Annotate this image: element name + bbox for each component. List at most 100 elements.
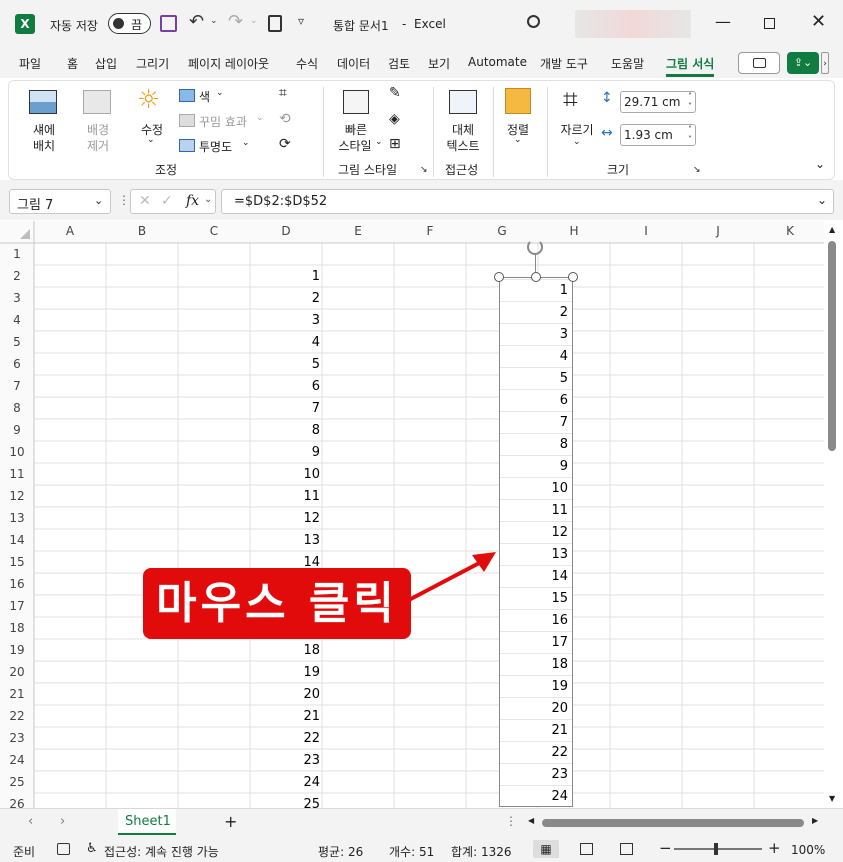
reset-picture-icon[interactable]: ⟳ [279, 136, 291, 152]
cell-d13[interactable]: 12 [252, 511, 320, 526]
formula-bar-menu-icon[interactable]: ⋮ [118, 193, 130, 207]
cell-d3[interactable]: 2 [252, 291, 320, 306]
tab-developer[interactable]: 개발 도구 [540, 55, 588, 72]
save-icon[interactable] [160, 15, 177, 32]
minimize-icon[interactable]: — [715, 12, 731, 31]
styles-launcher-icon[interactable]: ↘ [420, 165, 428, 175]
cell-d23[interactable]: 22 [252, 731, 320, 746]
quick-styles-line1[interactable]: 빠른 [337, 121, 375, 138]
crop-button[interactable]: 자르기 [557, 121, 597, 138]
sheet-tab-sheet1[interactable]: Sheet1 [118, 809, 176, 835]
cell-d4[interactable]: 3 [252, 313, 320, 328]
tab-draw[interactable]: 그리기 [136, 55, 169, 72]
linked-picture[interactable]: 1 2 3 4 5 6 7 8 9 10 11 12 13 14 15 16 17 18 19 20 21 22 23 24 [499, 277, 573, 807]
cell-d8[interactable]: 7 [252, 401, 320, 416]
scroll-up-icon[interactable]: ▲ [829, 225, 835, 234]
cell-d7[interactable]: 6 [252, 379, 320, 394]
transparency-button[interactable]: 투명도 [199, 138, 232, 155]
page-layout-view-icon[interactable] [580, 843, 593, 855]
zoom-in-icon[interactable]: + [768, 839, 781, 857]
account-avatar[interactable] [575, 10, 691, 38]
print-preview-icon[interactable] [268, 15, 282, 32]
cell-d6[interactable]: 5 [252, 357, 320, 372]
vertical-scroll-thumb[interactable] [828, 241, 836, 451]
cell-d14[interactable]: 13 [252, 533, 320, 548]
width-spinner-icon[interactable]: ˄ ˅ [688, 125, 692, 145]
zoom-slider-thumb[interactable] [714, 843, 718, 855]
arrange-button-line1[interactable]: 섀에 [27, 121, 61, 138]
scroll-down-icon[interactable]: ▼ [829, 794, 835, 803]
tab-page-layout[interactable]: 페이지 레이아웃 [188, 55, 269, 72]
height-spinner-icon[interactable]: ˄ ˅ [688, 92, 692, 112]
cell-d21[interactable]: 20 [252, 687, 320, 702]
zoom-out-icon[interactable]: − [659, 839, 672, 857]
resize-handle-top[interactable] [531, 272, 541, 282]
tab-review[interactable]: 검토 [388, 55, 410, 72]
quick-styles-line2[interactable]: 스타일 [333, 137, 377, 154]
size-launcher-icon[interactable]: ↘ [693, 165, 701, 175]
cell-d9[interactable]: 8 [252, 423, 320, 438]
autosave-toggle[interactable]: 끔 [108, 13, 151, 34]
name-box-dropdown-icon[interactable]: ⌄ [94, 194, 103, 207]
accessibility-icon[interactable]: ♿ [86, 841, 98, 856]
next-sheet-icon[interactable]: › [60, 814, 65, 829]
tab-view[interactable]: 보기 [428, 55, 450, 72]
undo-dropdown-icon[interactable]: ⌄ [210, 16, 218, 26]
ribbon-scroll-right-icon[interactable]: › [821, 52, 829, 74]
cell-d10[interactable]: 9 [252, 445, 320, 460]
color-button[interactable]: 색 [199, 88, 210, 105]
cell-d26[interactable]: 25 [252, 797, 320, 808]
name-box[interactable]: 그림 7 ⌄ [9, 189, 111, 214]
macro-record-icon[interactable] [57, 843, 70, 855]
tab-automate[interactable]: Automate [468, 55, 527, 69]
color-dropdown-icon[interactable]: ⌄ [216, 88, 224, 98]
picture-border-icon[interactable]: ✎ [389, 85, 401, 101]
comments-button[interactable] [738, 52, 780, 74]
picture-layout-icon[interactable]: ⊞ [389, 136, 401, 152]
add-sheet-button[interactable]: + [224, 812, 237, 831]
cell-d22[interactable]: 21 [252, 709, 320, 724]
alt-text-line1[interactable]: 대체 [443, 121, 483, 138]
undo-icon[interactable]: ↶ [189, 11, 204, 32]
scroll-right-icon[interactable]: ▶ [812, 816, 818, 825]
corrections-dropdown-icon[interactable]: ⌄ [147, 135, 155, 145]
tab-insert[interactable]: 삽입 [95, 55, 117, 72]
cell-d20[interactable]: 19 [252, 665, 320, 680]
scroll-left-icon[interactable]: ◀ [528, 816, 534, 825]
expand-formula-icon[interactable]: ⌄ [817, 193, 827, 207]
rotate-handle-icon[interactable] [527, 239, 543, 255]
resize-handle-top-left[interactable] [494, 272, 504, 282]
cell-d5[interactable]: 4 [252, 335, 320, 350]
vertical-scrollbar[interactable]: ▲ ▼ [824, 221, 843, 808]
picture-effects-icon[interactable]: ◈ [389, 111, 400, 127]
collapse-ribbon-icon[interactable]: ⌄ [815, 157, 825, 171]
prev-sheet-icon[interactable]: ‹ [28, 814, 33, 829]
horizontal-scroll-thumb[interactable] [542, 819, 804, 827]
resize-handle-top-right[interactable] [568, 272, 578, 282]
tab-home[interactable]: 홈 [67, 55, 78, 72]
normal-view-icon[interactable]: ▦ [533, 840, 559, 858]
quick-styles-dropdown-icon[interactable]: ⌄ [375, 137, 383, 147]
sheet-bar-menu-icon[interactable]: ⋮ [505, 814, 517, 828]
worksheet-grid[interactable]: ABCDEFGHIJK 1 2 3 4 5 6 7 8 9 10 11 12 13 14 15 16 17 18 1… [0, 221, 824, 808]
tab-formulas[interactable]: 수식 [296, 55, 318, 72]
zoom-level[interactable]: 100% [791, 843, 825, 857]
customize-toolbar-icon[interactable]: ▿ [298, 14, 304, 28]
height-input[interactable]: 29.71 cm ˄ ˅ [620, 91, 696, 113]
insert-function-icon[interactable]: fx [186, 193, 199, 209]
zoom-slider[interactable] [674, 843, 762, 855]
share-button[interactable]: ⇪⌄ [787, 52, 819, 74]
cell-d19[interactable]: 18 [252, 643, 320, 658]
formula-input[interactable]: =$D$2:$D$52 ⌄ [221, 189, 834, 214]
cell-d2[interactable]: 1 [252, 269, 320, 284]
tab-picture-format[interactable]: 그림 서식 [666, 55, 715, 77]
function-dropdown-icon[interactable]: ⌄ [204, 194, 212, 205]
transparency-dropdown-icon[interactable]: ⌄ [242, 138, 250, 148]
compress-pictures-icon[interactable]: ⌗ [279, 85, 287, 101]
tab-help[interactable]: 도움말 [611, 55, 644, 72]
cell-d11[interactable]: 10 [252, 467, 320, 482]
cell-d12[interactable]: 11 [252, 489, 320, 504]
width-input[interactable]: 1.93 cm ˄ ˅ [620, 124, 696, 146]
cell-d25[interactable]: 24 [252, 775, 320, 790]
tab-file[interactable]: 파일 [19, 55, 41, 72]
